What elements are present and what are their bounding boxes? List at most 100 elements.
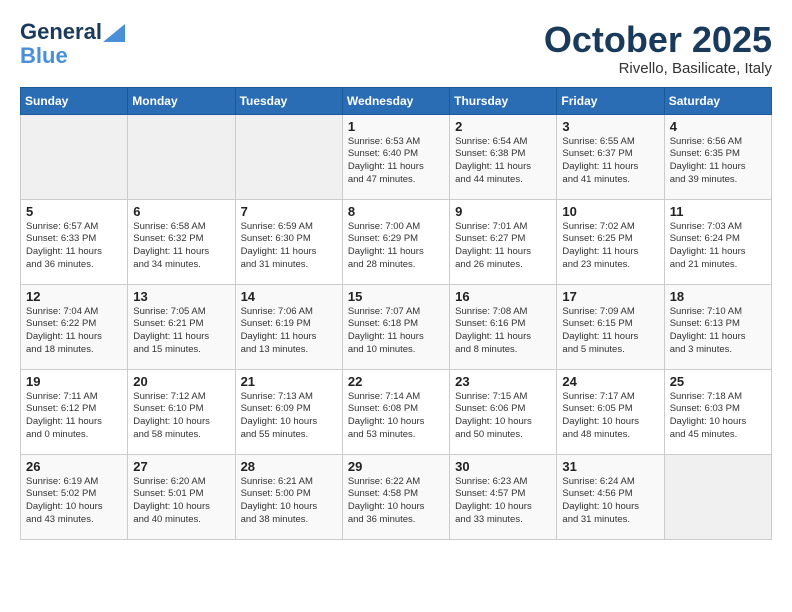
- weekday-header-wednesday: Wednesday: [342, 87, 449, 114]
- day-cell: 8 Sunrise: 7:00 AM Sunset: 6:29 PM Daylig…: [342, 199, 449, 284]
- week-row-2: 12Sunrise: 7:04 AM Sunset: 6:22 PM Dayli…: [21, 284, 772, 369]
- day-cell: 29 Sunrise: 6:22 AM Sunset: 4:58 PM Dayli…: [342, 454, 449, 539]
- day-info: Sunrise: 7:13 AM Sunset: 6:09 PM Dayligh…: [241, 391, 337, 442]
- day-info: Sunrise: 7:09 AM Sunset: 6:15 PM Dayligh…: [562, 306, 658, 357]
- day-info: Sunrise: 6:19 AM Sunset: 5:02 PM Dayligh…: [26, 476, 122, 527]
- day-number: 20: [133, 374, 229, 389]
- day-cell: 24 Sunrise: 7:17 AM Sunset: 6:05 PM Dayli…: [557, 369, 664, 454]
- day-number: 26: [26, 459, 122, 474]
- day-cell: 12Sunrise: 7:04 AM Sunset: 6:22 PM Dayli…: [21, 284, 128, 369]
- day-number: 8: [348, 204, 444, 219]
- day-number: 5: [26, 204, 122, 219]
- day-number: 10: [562, 204, 658, 219]
- weekday-header-friday: Friday: [557, 87, 664, 114]
- day-info: Sunrise: 6:20 AM Sunset: 5:01 PM Dayligh…: [133, 476, 229, 527]
- day-cell: 6 Sunrise: 6:58 AM Sunset: 6:32 PM Daylig…: [128, 199, 235, 284]
- day-info: Sunrise: 7:08 AM Sunset: 6:16 PM Dayligh…: [455, 306, 551, 357]
- day-number: 22: [348, 374, 444, 389]
- day-cell: 21 Sunrise: 7:13 AM Sunset: 6:09 PM Dayli…: [235, 369, 342, 454]
- day-number: 28: [241, 459, 337, 474]
- weekday-header-monday: Monday: [128, 87, 235, 114]
- day-info: Sunrise: 6:55 AM Sunset: 6:37 PM Dayligh…: [562, 136, 658, 187]
- day-cell: 30Sunrise: 6:23 AM Sunset: 4:57 PM Dayli…: [450, 454, 557, 539]
- day-number: 24: [562, 374, 658, 389]
- day-info: Sunrise: 6:22 AM Sunset: 4:58 PM Dayligh…: [348, 476, 444, 527]
- day-number: 21: [241, 374, 337, 389]
- logo-line2: Blue: [20, 44, 125, 68]
- day-cell: 31Sunrise: 6:24 AM Sunset: 4:56 PM Dayli…: [557, 454, 664, 539]
- day-info: Sunrise: 6:23 AM Sunset: 4:57 PM Dayligh…: [455, 476, 551, 527]
- day-number: 13: [133, 289, 229, 304]
- day-info: Sunrise: 7:15 AM Sunset: 6:06 PM Dayligh…: [455, 391, 551, 442]
- day-info: Sunrise: 6:54 AM Sunset: 6:38 PM Dayligh…: [455, 136, 551, 187]
- week-row-3: 19 Sunrise: 7:11 AM Sunset: 6:12 PM Dayli…: [21, 369, 772, 454]
- day-number: 14: [241, 289, 337, 304]
- day-cell: [128, 114, 235, 199]
- day-number: 12: [26, 289, 122, 304]
- day-cell: [235, 114, 342, 199]
- day-cell: [664, 454, 771, 539]
- logo-text: General: [20, 20, 125, 44]
- day-info: Sunrise: 6:24 AM Sunset: 4:56 PM Dayligh…: [562, 476, 658, 527]
- day-cell: 5 Sunrise: 6:57 AM Sunset: 6:33 PM Daylig…: [21, 199, 128, 284]
- day-cell: 19 Sunrise: 7:11 AM Sunset: 6:12 PM Dayli…: [21, 369, 128, 454]
- day-cell: 26 Sunrise: 6:19 AM Sunset: 5:02 PM Dayli…: [21, 454, 128, 539]
- weekday-header-tuesday: Tuesday: [235, 87, 342, 114]
- weekday-header-saturday: Saturday: [664, 87, 771, 114]
- day-info: Sunrise: 7:12 AM Sunset: 6:10 PM Dayligh…: [133, 391, 229, 442]
- day-info: Sunrise: 6:58 AM Sunset: 6:32 PM Dayligh…: [133, 221, 229, 272]
- day-number: 6: [133, 204, 229, 219]
- weekday-header-thursday: Thursday: [450, 87, 557, 114]
- day-cell: 18Sunrise: 7:10 AM Sunset: 6:13 PM Dayli…: [664, 284, 771, 369]
- logo-icon: [103, 24, 125, 42]
- day-cell: 23Sunrise: 7:15 AM Sunset: 6:06 PM Dayli…: [450, 369, 557, 454]
- day-info: Sunrise: 7:17 AM Sunset: 6:05 PM Dayligh…: [562, 391, 658, 442]
- day-info: Sunrise: 7:14 AM Sunset: 6:08 PM Dayligh…: [348, 391, 444, 442]
- title-block: October 2025 Rivello, Basilicate, Italy: [544, 20, 772, 77]
- day-cell: 2 Sunrise: 6:54 AM Sunset: 6:38 PM Daylig…: [450, 114, 557, 199]
- day-number: 25: [670, 374, 766, 389]
- day-info: Sunrise: 7:03 AM Sunset: 6:24 PM Dayligh…: [670, 221, 766, 272]
- day-number: 7: [241, 204, 337, 219]
- day-cell: 25 Sunrise: 7:18 AM Sunset: 6:03 PM Dayli…: [664, 369, 771, 454]
- day-cell: 13 Sunrise: 7:05 AM Sunset: 6:21 PM Dayli…: [128, 284, 235, 369]
- day-info: Sunrise: 7:00 AM Sunset: 6:29 PM Dayligh…: [348, 221, 444, 272]
- day-cell: 28 Sunrise: 6:21 AM Sunset: 5:00 PM Dayli…: [235, 454, 342, 539]
- day-info: Sunrise: 6:59 AM Sunset: 6:30 PM Dayligh…: [241, 221, 337, 272]
- week-row-4: 26 Sunrise: 6:19 AM Sunset: 5:02 PM Dayli…: [21, 454, 772, 539]
- day-cell: 15Sunrise: 7:07 AM Sunset: 6:18 PM Dayli…: [342, 284, 449, 369]
- day-info: Sunrise: 7:18 AM Sunset: 6:03 PM Dayligh…: [670, 391, 766, 442]
- day-cell: [21, 114, 128, 199]
- day-cell: 16Sunrise: 7:08 AM Sunset: 6:16 PM Dayli…: [450, 284, 557, 369]
- day-number: 1: [348, 119, 444, 134]
- day-number: 17: [562, 289, 658, 304]
- weekday-header-row: SundayMondayTuesdayWednesdayThursdayFrid…: [21, 87, 772, 114]
- day-cell: 14 Sunrise: 7:06 AM Sunset: 6:19 PM Dayli…: [235, 284, 342, 369]
- day-number: 19: [26, 374, 122, 389]
- day-info: Sunrise: 6:21 AM Sunset: 5:00 PM Dayligh…: [241, 476, 337, 527]
- logo: General Blue: [20, 20, 125, 68]
- day-info: Sunrise: 6:57 AM Sunset: 6:33 PM Dayligh…: [26, 221, 122, 272]
- day-cell: 10 Sunrise: 7:02 AM Sunset: 6:25 PM Dayli…: [557, 199, 664, 284]
- day-cell: 4 Sunrise: 6:56 AM Sunset: 6:35 PM Daylig…: [664, 114, 771, 199]
- day-info: Sunrise: 7:02 AM Sunset: 6:25 PM Dayligh…: [562, 221, 658, 272]
- day-number: 27: [133, 459, 229, 474]
- day-info: Sunrise: 7:11 AM Sunset: 6:12 PM Dayligh…: [26, 391, 122, 442]
- calendar-subtitle: Rivello, Basilicate, Italy: [544, 60, 772, 77]
- day-cell: 11Sunrise: 7:03 AM Sunset: 6:24 PM Dayli…: [664, 199, 771, 284]
- day-info: Sunrise: 7:06 AM Sunset: 6:19 PM Dayligh…: [241, 306, 337, 357]
- day-cell: 9Sunrise: 7:01 AM Sunset: 6:27 PM Daylig…: [450, 199, 557, 284]
- day-number: 29: [348, 459, 444, 474]
- day-info: Sunrise: 7:01 AM Sunset: 6:27 PM Dayligh…: [455, 221, 551, 272]
- calendar-title: October 2025: [544, 20, 772, 60]
- day-number: 2: [455, 119, 551, 134]
- day-info: Sunrise: 6:53 AM Sunset: 6:40 PM Dayligh…: [348, 136, 444, 187]
- day-cell: 3Sunrise: 6:55 AM Sunset: 6:37 PM Daylig…: [557, 114, 664, 199]
- day-info: Sunrise: 6:56 AM Sunset: 6:35 PM Dayligh…: [670, 136, 766, 187]
- day-cell: 22 Sunrise: 7:14 AM Sunset: 6:08 PM Dayli…: [342, 369, 449, 454]
- day-number: 18: [670, 289, 766, 304]
- day-info: Sunrise: 7:05 AM Sunset: 6:21 PM Dayligh…: [133, 306, 229, 357]
- day-number: 4: [670, 119, 766, 134]
- week-row-0: 1 Sunrise: 6:53 AM Sunset: 6:40 PM Daylig…: [21, 114, 772, 199]
- day-number: 15: [348, 289, 444, 304]
